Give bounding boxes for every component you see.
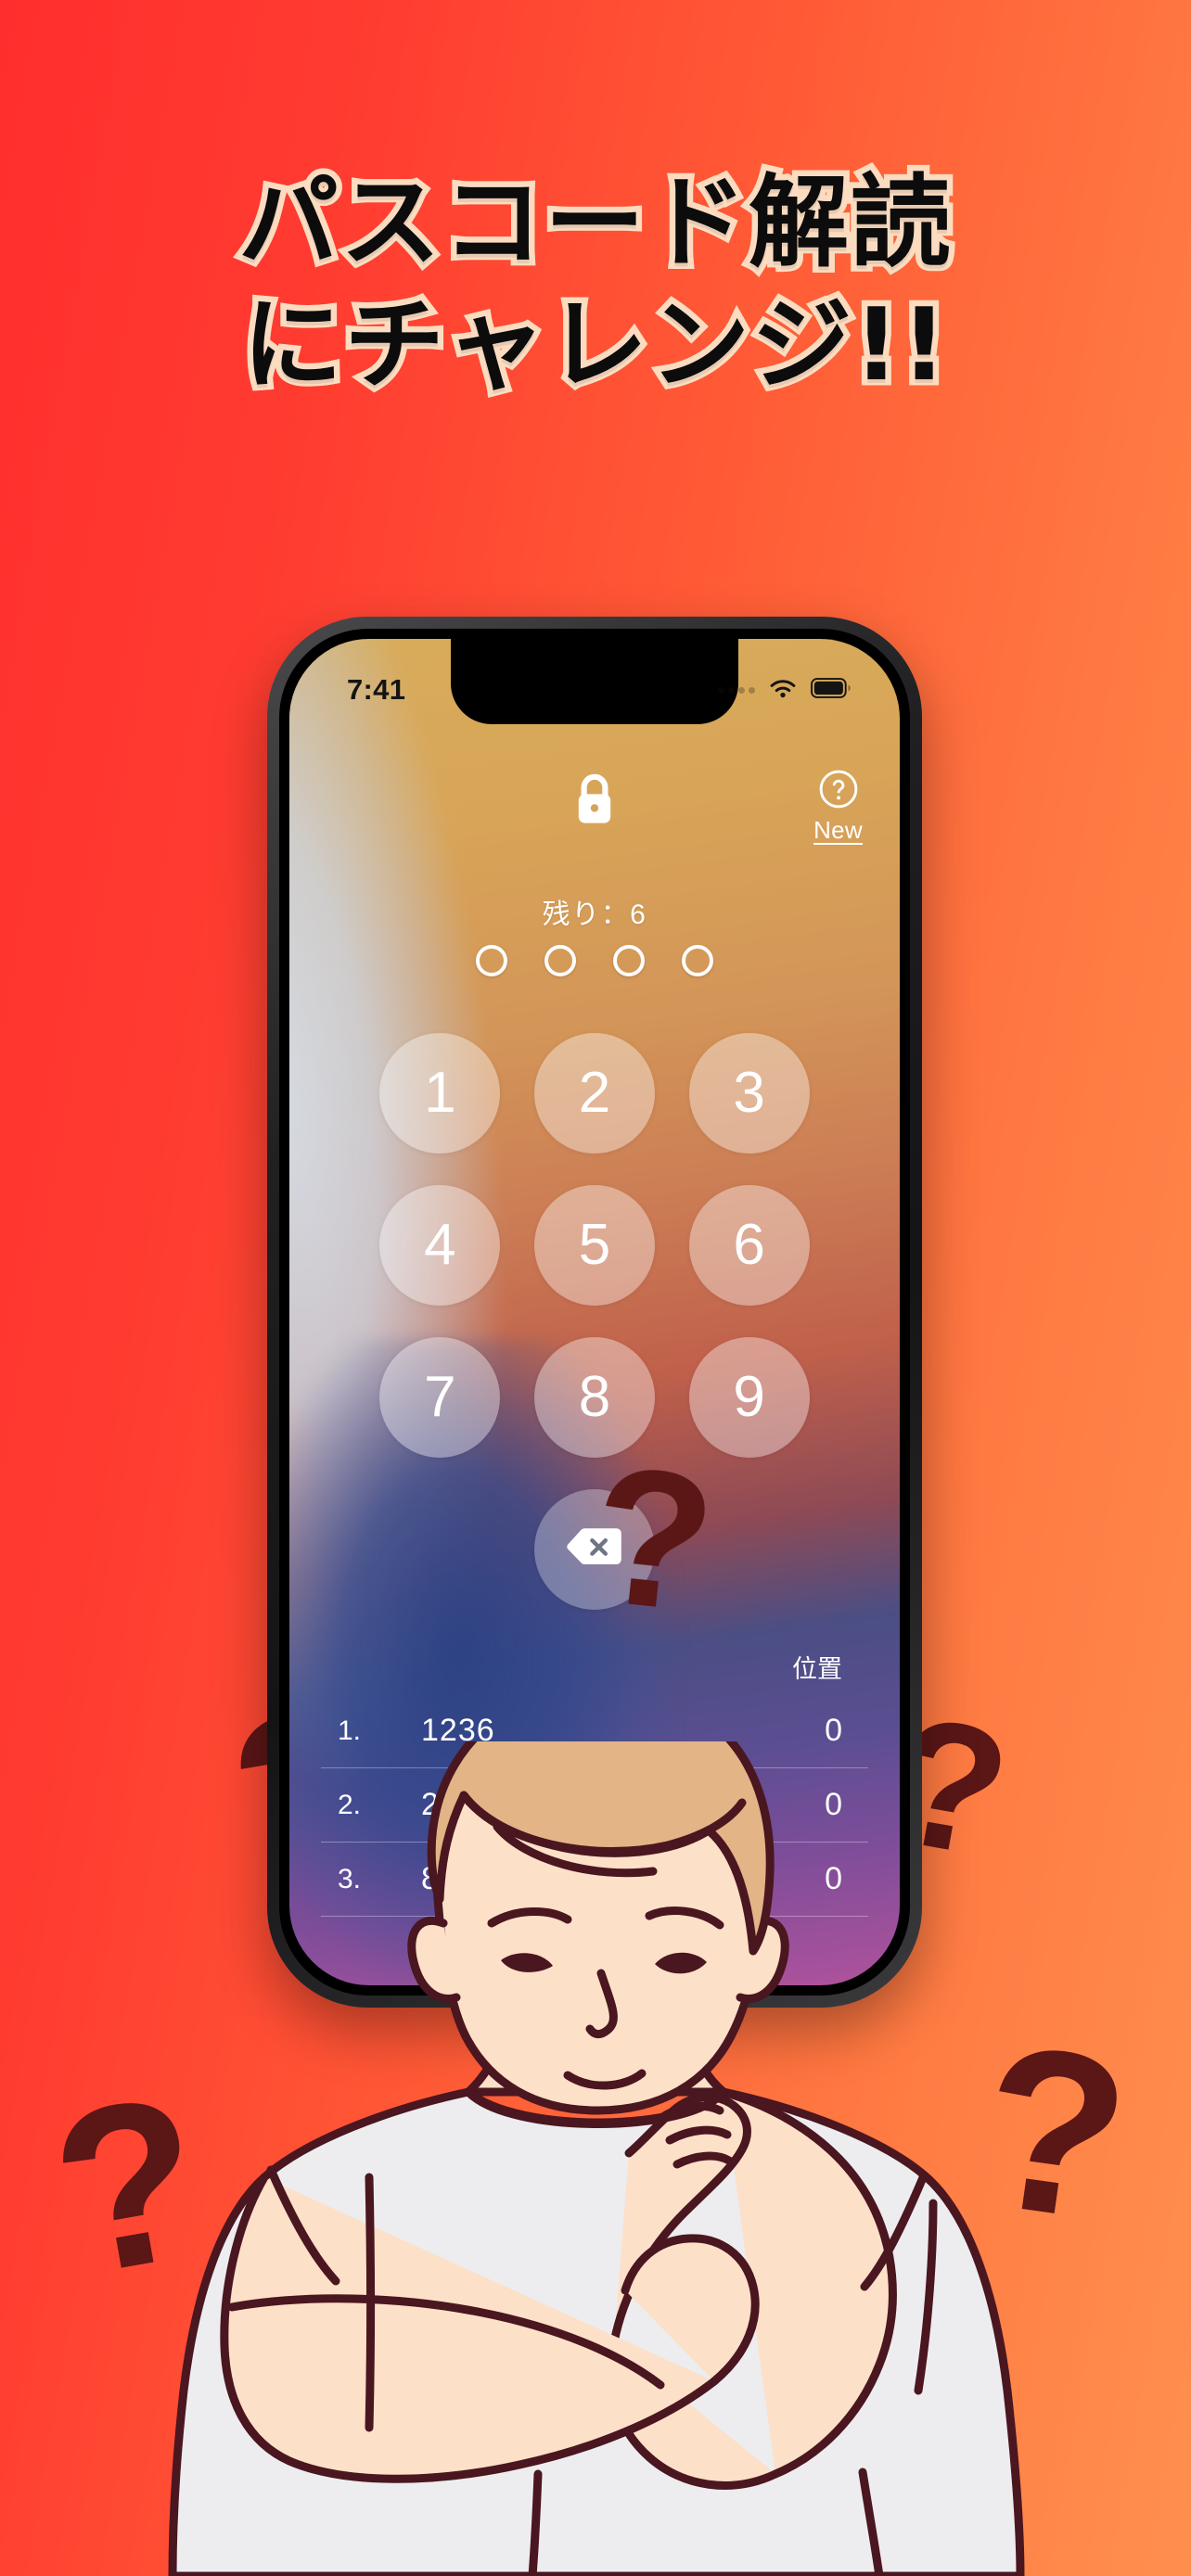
keypad-key-5[interactable]: 5: [533, 1185, 655, 1306]
phone-screen: 7:41 New 残り：6 1 2 3 4 5 6 7 8 9 位置 1. 12…: [289, 639, 900, 1985]
passcode-dot: [476, 945, 507, 976]
table-row[interactable]: 1. 1236 0: [321, 1694, 868, 1768]
battery-icon: [811, 677, 852, 704]
table-row[interactable]: 3. 8745 0: [321, 1843, 868, 1917]
guess-history-list: 位置 1. 1236 0 2. 2145 0 3. 8745 0: [289, 1649, 900, 1917]
headline-line-1: パスコード解読: [232, 159, 956, 287]
list-header: 位置: [321, 1649, 868, 1694]
passcode-dot: [544, 945, 576, 976]
home-indicator[interactable]: [483, 1959, 706, 1969]
row-position: 0: [825, 1787, 842, 1822]
row-index: 2.: [338, 1789, 362, 1820]
signal-dots-icon: [718, 686, 755, 694]
keypad-key-6[interactable]: 6: [688, 1185, 810, 1306]
passcode-dots: [289, 945, 900, 976]
row-code: 2145: [421, 1787, 495, 1822]
row-position: 0: [825, 1713, 842, 1748]
list-header-position: 位置: [792, 1655, 842, 1683]
headline-line-2: にチャレンジ!!: [237, 281, 953, 409]
passcode-dot: [613, 945, 645, 976]
row-position: 0: [825, 1861, 842, 1896]
help-new-label[interactable]: New: [813, 816, 863, 845]
keypad-key-1[interactable]: 1: [379, 1033, 501, 1154]
keypad-key-4[interactable]: 4: [379, 1185, 501, 1306]
keypad-key-7[interactable]: 7: [379, 1337, 501, 1458]
status-bar-indicators: [718, 676, 852, 705]
row-code: 1236: [421, 1713, 495, 1748]
phone-mockup: 7:41 New 残り：6 1 2 3 4 5 6 7 8 9 位置 1. 12…: [267, 617, 922, 2008]
background-question-mark-icon: ?: [35, 2045, 221, 2326]
lock-icon: [570, 772, 619, 834]
background-question-mark-icon: ?: [966, 1994, 1143, 2271]
table-row[interactable]: 2. 2145 0: [321, 1768, 868, 1843]
phone-bezel: 7:41 New 残り：6 1 2 3 4 5 6 7 8 9 位置 1. 12…: [279, 629, 910, 1996]
row-index: 1.: [338, 1715, 362, 1746]
wifi-icon: [767, 676, 799, 705]
status-bar-time: 7:41: [347, 673, 406, 706]
keypad-key-3[interactable]: 3: [688, 1033, 810, 1154]
page-title: パスコード解読 にチャレンジ!!: [0, 159, 1191, 410]
keypad-key-2[interactable]: 2: [533, 1033, 655, 1154]
row-index: 3.: [338, 1863, 362, 1894]
background-question-mark-icon: ?: [583, 1423, 724, 1654]
remaining-attempts-label: 残り：6: [542, 899, 647, 930]
help-button[interactable]: New: [813, 769, 863, 845]
question-circle-icon[interactable]: [818, 769, 859, 814]
status-bar: 7:41: [289, 639, 900, 724]
row-code: 8745: [421, 1861, 495, 1896]
passcode-dot: [682, 945, 713, 976]
